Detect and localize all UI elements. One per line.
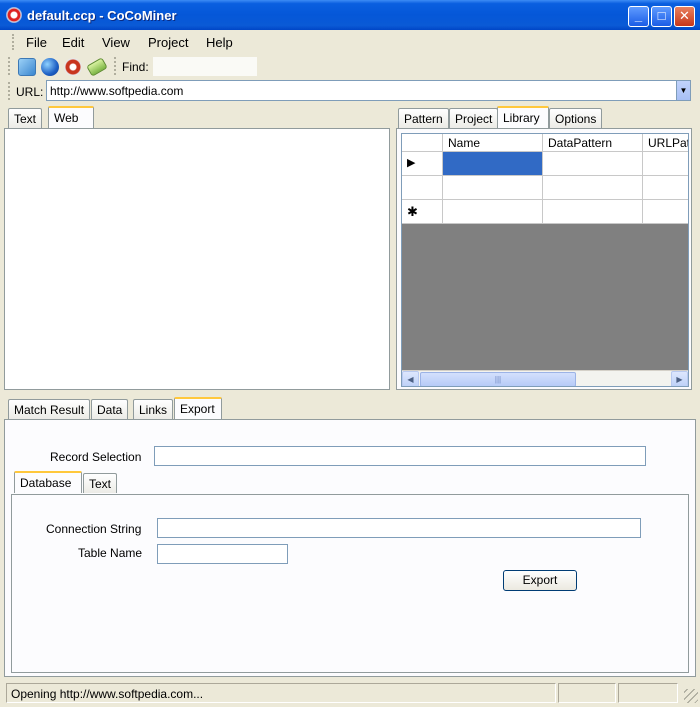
menu-project[interactable]: Project <box>148 35 188 50</box>
window-title: default.ccp - CoCoMiner <box>27 8 177 23</box>
maximize-icon: □ <box>657 8 666 23</box>
maximize-button[interactable]: □ <box>651 6 672 27</box>
menu-view[interactable]: View <box>102 35 130 50</box>
close-icon: ✕ <box>679 8 690 23</box>
tab-project[interactable]: Project <box>449 108 499 128</box>
menu-help[interactable]: Help <box>206 35 233 50</box>
grid-cell[interactable] <box>643 152 688 176</box>
grid-cell[interactable] <box>643 200 688 224</box>
grid-cell[interactable] <box>543 176 643 200</box>
resize-grip-icon[interactable] <box>684 689 698 703</box>
database-export-pane: Connection String Table Name <box>11 494 689 673</box>
menu-edit[interactable]: Edit <box>62 35 84 50</box>
toolbar-separator <box>114 57 117 75</box>
grid-cell[interactable] <box>643 176 688 200</box>
menu-grip[interactable] <box>12 34 15 50</box>
export-button[interactable]: Export <box>503 570 577 591</box>
status-bar: Opening http://www.softpedia.com... <box>0 681 700 707</box>
subtab-database[interactable]: Database <box>14 471 82 493</box>
table-name-input[interactable] <box>157 544 288 564</box>
chevron-right-icon: ▶ <box>676 375 683 384</box>
grid-header-name[interactable]: Name <box>443 134 543 152</box>
library-body: Name DataPattern URLPat ▶ ✱ ◀ ||| ▶ <box>396 128 692 390</box>
find-input[interactable] <box>152 56 258 77</box>
url-input[interactable]: http://www.softpedia.com <box>46 80 691 101</box>
tab-web[interactable]: Web <box>48 106 94 128</box>
grid-cell[interactable] <box>443 176 543 200</box>
url-bar: URL: http://www.softpedia.com ▼ <box>0 78 700 104</box>
toolbar-grip[interactable] <box>8 57 11 75</box>
scroll-thumb[interactable]: ||| <box>420 372 576 386</box>
row-header[interactable] <box>402 176 443 200</box>
browser-panel: Text Web <box>4 106 390 390</box>
tab-options[interactable]: Options <box>549 108 603 128</box>
library-grid[interactable]: Name DataPattern URLPat ▶ ✱ ◀ ||| ▶ <box>401 133 689 387</box>
tab-text[interactable]: Text <box>8 108 43 128</box>
grid-cell-selected[interactable] <box>443 152 543 176</box>
web-globe-icon[interactable] <box>41 58 59 76</box>
row-header-current[interactable]: ▶ <box>402 152 443 176</box>
grid-header-datapattern[interactable]: DataPattern <box>543 134 643 152</box>
minimize-button[interactable]: _ <box>628 6 649 27</box>
horizontal-scrollbar[interactable]: ◀ ||| ▶ <box>402 370 688 386</box>
url-dropdown-button[interactable]: ▼ <box>676 81 690 100</box>
open-icon[interactable] <box>18 58 36 76</box>
toolbar: Find: <box>0 54 700 78</box>
subtab-text[interactable]: Text <box>83 473 118 493</box>
urlbar-grip[interactable] <box>8 82 11 100</box>
tab-match-result[interactable]: Match Result <box>8 399 91 419</box>
connection-string-input[interactable] <box>157 518 641 538</box>
status-text: Opening http://www.softpedia.com... <box>6 683 556 703</box>
tab-data[interactable]: Data <box>91 399 129 419</box>
results-panel: Match Result Data Links Export Record Se… <box>4 397 696 677</box>
web-view[interactable] <box>4 128 390 390</box>
tab-links[interactable]: Links <box>133 399 174 419</box>
scroll-right-button[interactable]: ▶ <box>671 371 688 386</box>
record-selection-input[interactable] <box>154 446 646 466</box>
grid-cell[interactable] <box>543 200 643 224</box>
library-panel: Pattern Project Library Options Name Dat… <box>396 106 696 390</box>
app-icon <box>6 7 22 23</box>
stop-icon[interactable] <box>64 58 82 76</box>
connection-string-label: Connection String <box>46 522 142 536</box>
grid-header-urlpattern[interactable]: URLPat <box>643 134 688 152</box>
grid-cell[interactable] <box>443 200 543 224</box>
url-label: URL: <box>16 85 44 99</box>
row-header-new[interactable]: ✱ <box>402 200 443 224</box>
chevron-left-icon: ◀ <box>407 375 414 384</box>
menu-file[interactable]: File <box>26 35 47 50</box>
horizontal-splitter[interactable] <box>0 392 700 396</box>
export-pane: Record Selection Database Text Connectio… <box>4 419 696 677</box>
tab-library[interactable]: Library <box>497 106 549 128</box>
find-label: Find: <box>122 60 149 74</box>
pattern-icon[interactable] <box>86 57 108 77</box>
status-pane-2 <box>558 683 616 703</box>
grid-cell[interactable] <box>543 152 643 176</box>
status-pane-3 <box>618 683 678 703</box>
minimize-icon: _ <box>634 8 643 23</box>
tab-export[interactable]: Export <box>174 397 222 419</box>
table-name-label: Table Name <box>78 546 143 560</box>
title-bar[interactable]: default.ccp - CoCoMiner _ □ ✕ <box>0 0 700 30</box>
grid-corner <box>402 134 443 152</box>
chevron-down-icon: ▼ <box>679 86 688 95</box>
menu-bar: File Edit View Project Help <box>0 30 700 54</box>
record-selection-label: Record Selection <box>50 450 142 464</box>
scroll-left-button[interactable]: ◀ <box>402 371 419 386</box>
grip-icon: ||| <box>494 375 502 384</box>
tab-pattern[interactable]: Pattern <box>398 108 449 128</box>
close-button[interactable]: ✕ <box>674 6 695 27</box>
